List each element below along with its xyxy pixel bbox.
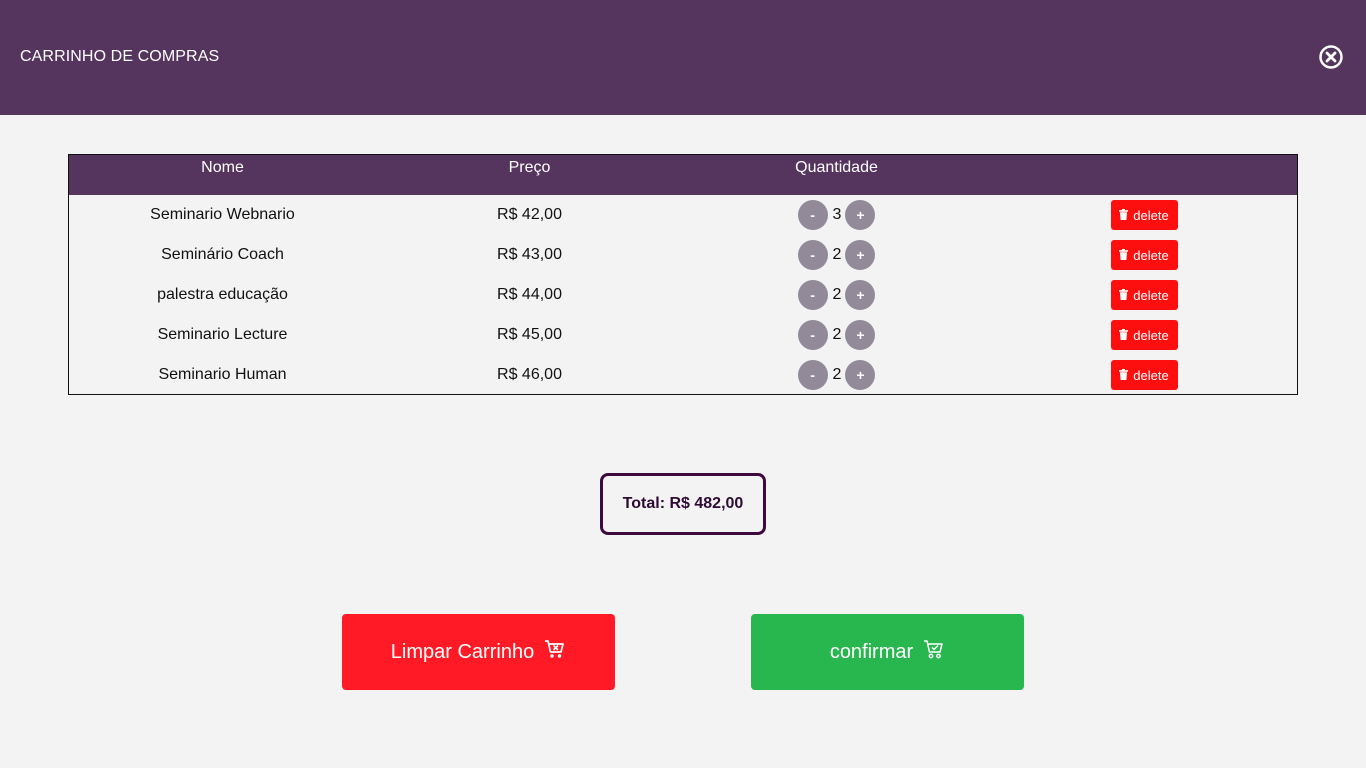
increase-quantity-button[interactable]: + [845, 360, 876, 390]
header-bar: CARRINHO DE COMPRAS [0, 0, 1366, 115]
product-name: Seminário Coach [161, 246, 284, 263]
delete-label: delete [1133, 327, 1169, 343]
column-header-name: Nome [201, 159, 244, 176]
table-body: Seminario Webnario R$ 42,00-3 + delete Semin… [69, 195, 1297, 395]
delete-cell: delete [1069, 275, 1219, 315]
confirm-button[interactable]: confirmar [751, 614, 1024, 690]
column-header-price: Preço [508, 159, 551, 176]
quantity-stepper: -3 + [683, 195, 990, 235]
delete-label: delete [1133, 287, 1169, 303]
increase-quantity-button[interactable]: + [845, 200, 876, 230]
delete-cell: delete [1069, 355, 1219, 395]
cart-table: Nome Preço Quantidade Seminario Webnario… [68, 154, 1298, 395]
trash-icon [1119, 248, 1129, 263]
product-price: R$ 42,00 [497, 206, 562, 223]
table-row: palestra educação R$ 44,00 -2 + delete [69, 275, 1297, 315]
delete-cell: delete [1069, 235, 1219, 275]
confirm-label: confirmar [829, 640, 914, 663]
quantity-value: 2 [832, 366, 842, 383]
page-title: CARRINHO DE COMPRAS [20, 48, 220, 65]
product-name: Seminario Webnario [150, 206, 295, 223]
clear-cart-button[interactable]: Limpar Carrinho [342, 614, 615, 690]
quantity-stepper: -2 + [683, 275, 990, 315]
quantity-stepper: -2 + [683, 355, 990, 395]
trash-icon [1119, 288, 1129, 303]
cart-check-icon [923, 638, 945, 666]
product-price: R$ 44,00 [497, 286, 562, 303]
decrease-quantity-button[interactable]: - [797, 280, 828, 310]
quantity-value: 3 [832, 206, 842, 223]
product-price: R$ 45,00 [497, 326, 562, 343]
quantity-value: 2 [832, 286, 842, 303]
table-row: Seminario Human R$ 46,00 -2 + delete [69, 355, 1297, 395]
trash-icon [1119, 368, 1129, 383]
product-price: R$ 43,00 [497, 246, 562, 263]
total-display: Total: R$ 482,00 [600, 473, 766, 535]
trash-icon [1119, 328, 1129, 343]
increase-quantity-button[interactable]: + [845, 320, 876, 350]
table-row: Seminário Coach R$ 43,00 -2 + delete [69, 235, 1297, 275]
product-name: palestra educação [157, 286, 288, 303]
delete-cell: delete [1069, 195, 1219, 235]
product-price: R$ 46,00 [497, 366, 562, 383]
quantity-value: 2 [832, 326, 842, 343]
cart-remove-icon [544, 638, 566, 666]
product-name: Seminario Lecture [157, 326, 288, 343]
decrease-quantity-button[interactable]: - [797, 200, 828, 230]
delete-button[interactable]: delete [1110, 360, 1178, 390]
quantity-value: 2 [832, 246, 842, 263]
quantity-stepper: -2 + [683, 235, 990, 275]
table-header: Nome Preço Quantidade [69, 155, 1297, 195]
close-icon[interactable] [1318, 44, 1344, 70]
delete-label: delete [1133, 207, 1169, 223]
decrease-quantity-button[interactable]: - [797, 360, 828, 390]
decrease-quantity-button[interactable]: - [797, 240, 828, 270]
decrease-quantity-button[interactable]: - [797, 320, 828, 350]
delete-button[interactable]: delete [1110, 280, 1178, 310]
total-text: Total: R$ 482,00 [622, 495, 744, 512]
clear-cart-label: Limpar Carrinho [390, 640, 535, 663]
delete-button[interactable]: delete [1110, 240, 1178, 270]
table-row: Seminario Lecture R$ 45,00 -2 + delete [69, 315, 1297, 355]
quantity-stepper: -2 + [683, 315, 990, 355]
increase-quantity-button[interactable]: + [845, 240, 876, 270]
delete-label: delete [1133, 367, 1169, 383]
delete-label: delete [1133, 247, 1169, 263]
product-name: Seminario Human [158, 366, 287, 383]
trash-icon [1119, 208, 1129, 223]
delete-button[interactable]: delete [1110, 320, 1178, 350]
table-row: Seminario Webnario R$ 42,00 -3 + delete [69, 195, 1297, 235]
increase-quantity-button[interactable]: + [845, 280, 876, 310]
delete-cell: delete [1069, 315, 1219, 355]
delete-button[interactable]: delete [1110, 200, 1178, 230]
column-header-quantity: Quantidade [795, 159, 878, 176]
